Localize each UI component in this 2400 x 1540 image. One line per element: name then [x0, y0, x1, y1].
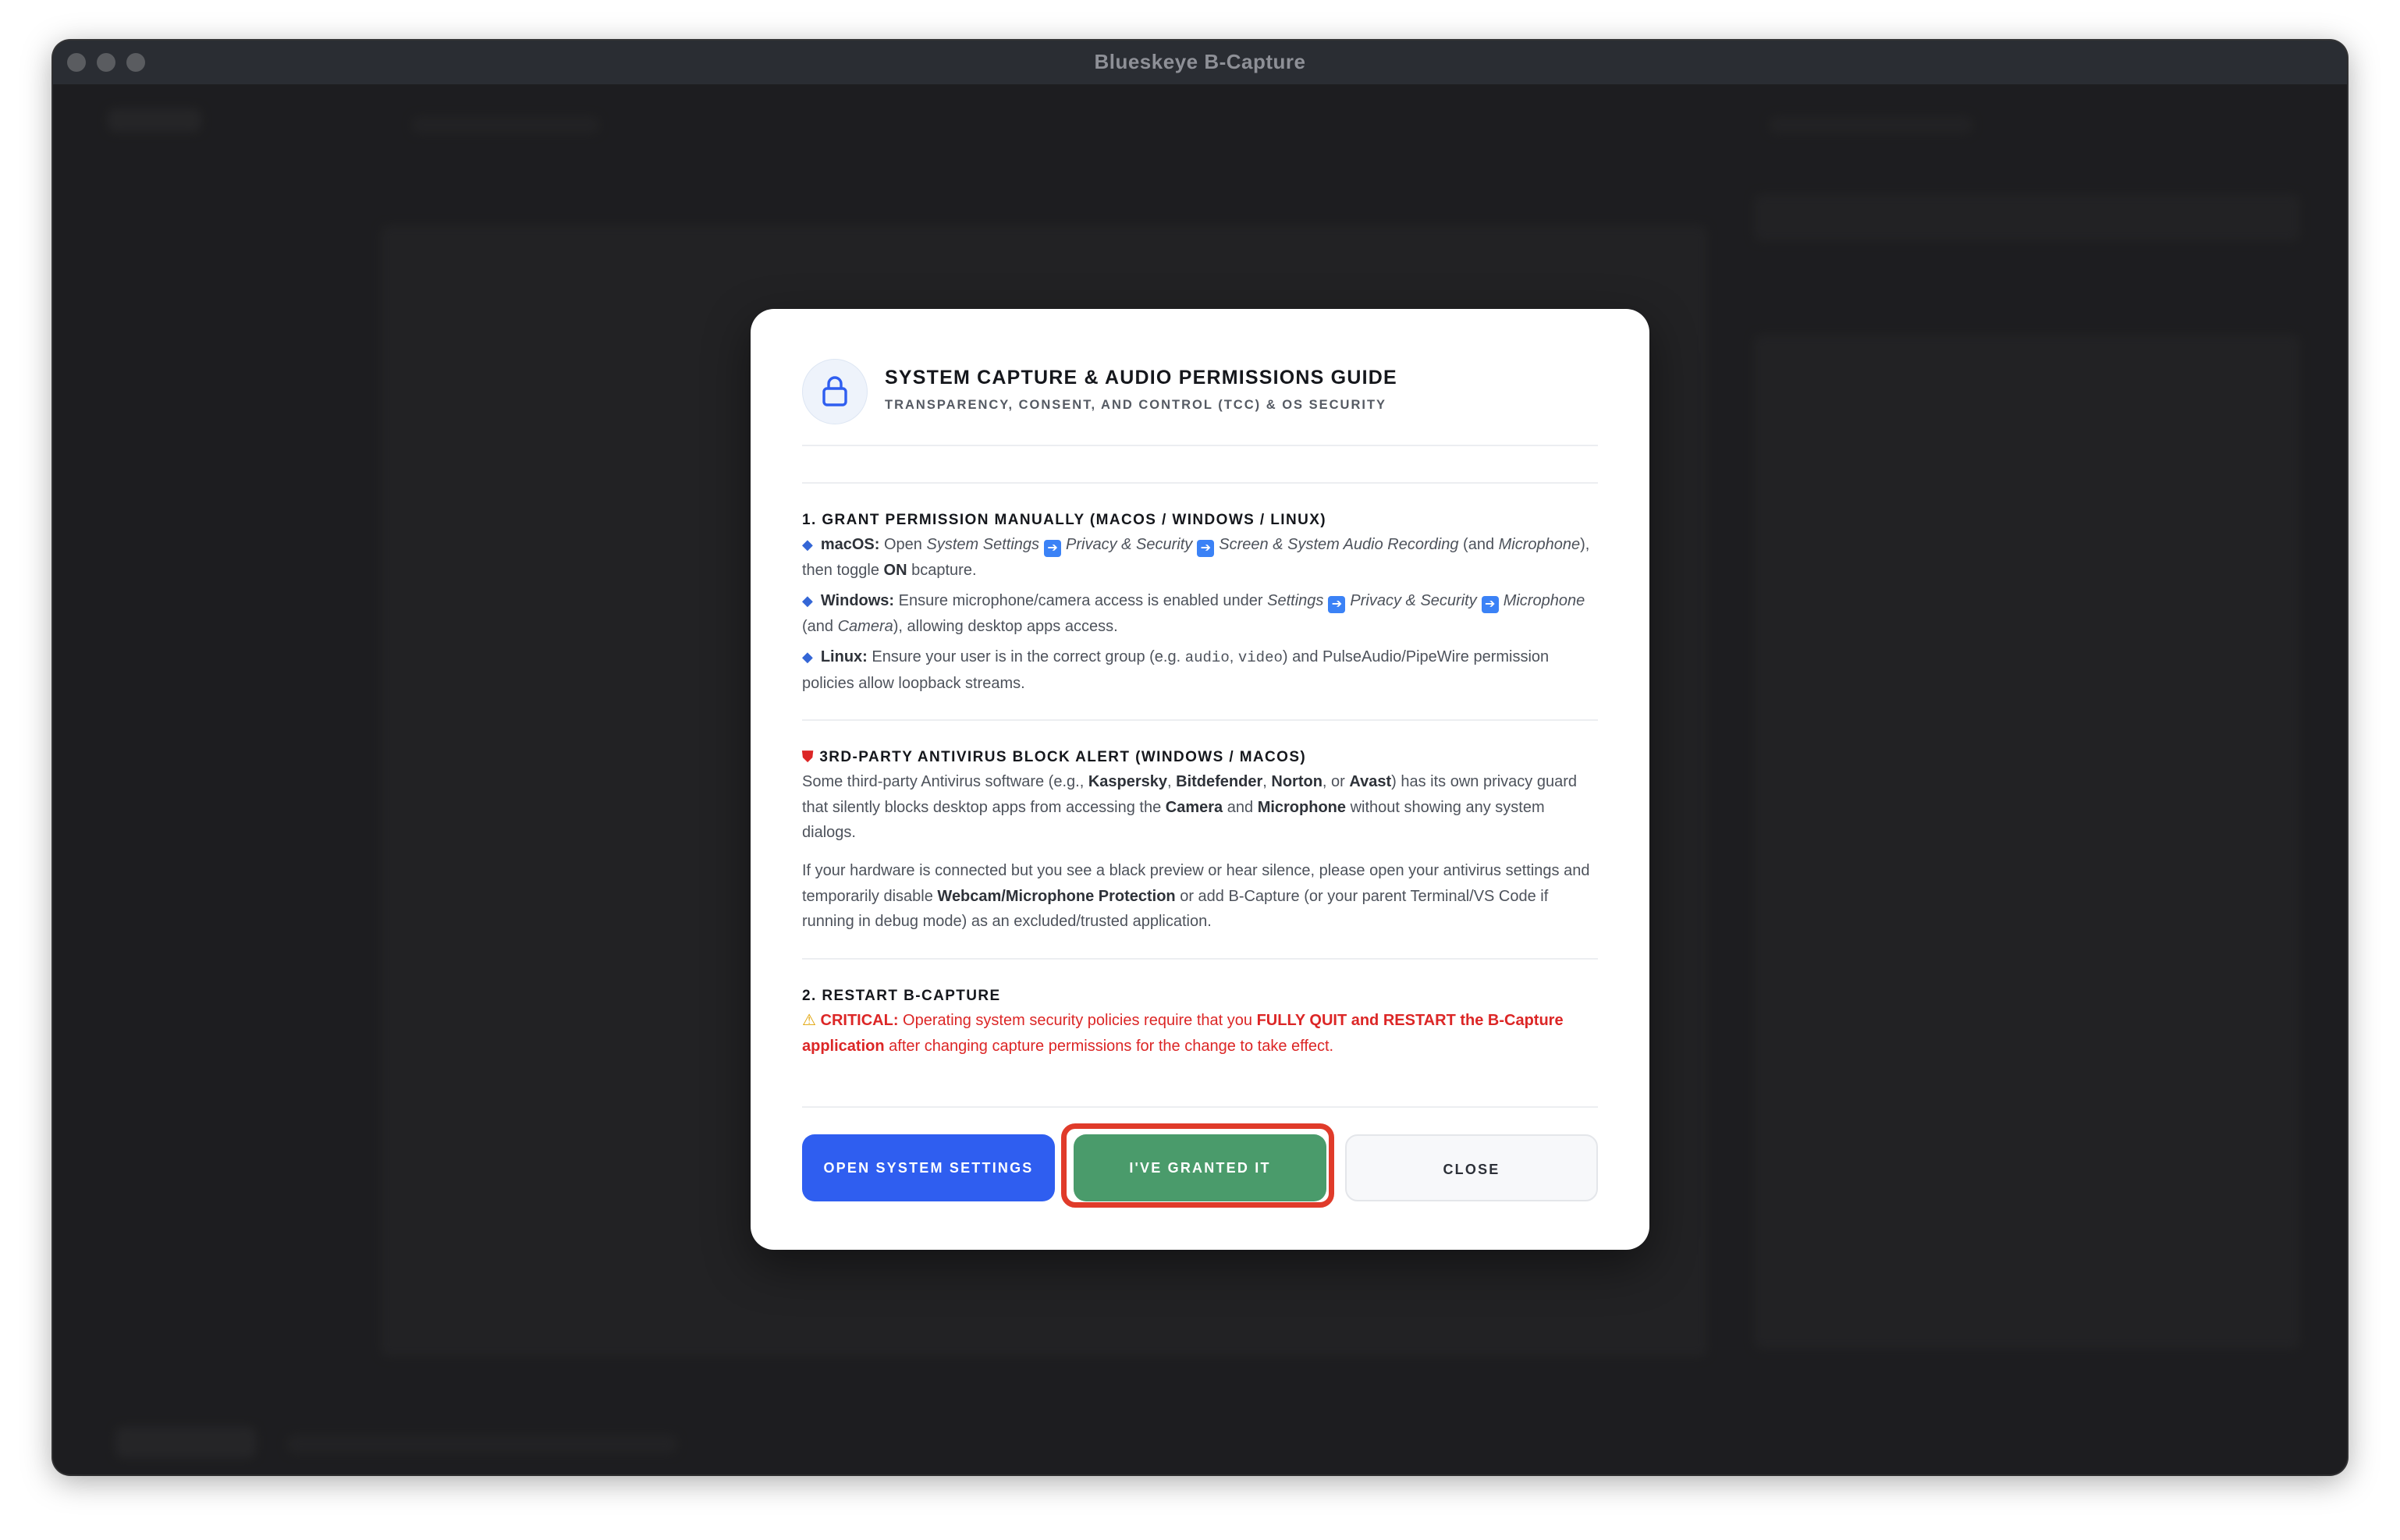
- antivirus-paragraph-1: Some third-party Antivirus software (e.g…: [802, 773, 1578, 841]
- arrow-right-icon: ➔: [1481, 596, 1499, 613]
- section-restart-title: 2. RESTART B-CAPTURE: [802, 988, 1001, 1004]
- title-bar: Blueskeye B-Capture: [53, 41, 2347, 85]
- arrow-right-icon: ➔: [1044, 540, 1062, 557]
- arrow-right-icon: ➔: [1328, 596, 1346, 613]
- shield-icon: ⛊: [802, 749, 815, 765]
- warning-icon: ⚠: [802, 1012, 816, 1029]
- antivirus-alert-title: ⛊ 3RD-PARTY ANTIVIRUS BLOCK ALERT (WINDO…: [802, 749, 1307, 765]
- open-system-settings-button[interactable]: OPEN SYSTEM SETTINGS: [802, 1134, 1055, 1201]
- diamond-bullet-icon: ◆: [802, 537, 813, 552]
- dialog-title: SYSTEM CAPTURE & AUDIO PERMISSIONS GUIDE: [885, 367, 1397, 389]
- macos-instructions: ◆ macOS: Open System Settings ➔ Privacy & S…: [802, 536, 1590, 579]
- diamond-bullet-icon: ◆: [802, 649, 813, 665]
- divider: [802, 445, 1598, 446]
- window-title: Blueskeye B-Capture: [1094, 50, 1306, 73]
- divider: [802, 958, 1598, 960]
- diamond-bullet-icon: ◆: [802, 593, 813, 609]
- windows-instructions: ◆ Windows: Ensure microphone/camera acces…: [802, 592, 1585, 635]
- section-grant-title: 1. GRANT PERMISSION MANUALLY (MACOS / WI…: [802, 512, 1327, 528]
- divider: [802, 1106, 1598, 1108]
- divider: [802, 482, 1598, 484]
- lock-icon: [802, 359, 868, 424]
- antivirus-paragraph-2: If your hardware is connected but you se…: [802, 862, 1590, 930]
- dialog-subtitle: TRANSPARENCY, CONSENT, AND CONTROL (TCC)…: [885, 398, 1387, 412]
- critical-warning: ⚠ CRITICAL: Operating system security po…: [802, 1012, 1564, 1055]
- arrow-right-icon: ➔: [1197, 540, 1215, 557]
- divider: [802, 719, 1598, 721]
- linux-instructions: ◆ Linux: Ensure your user is in the corre…: [802, 648, 1550, 692]
- permissions-dialog: SYSTEM CAPTURE & AUDIO PERMISSIONS GUIDE…: [751, 309, 1649, 1250]
- highlight-annotation: [1061, 1123, 1334, 1208]
- close-button[interactable]: CLOSE: [1345, 1134, 1598, 1201]
